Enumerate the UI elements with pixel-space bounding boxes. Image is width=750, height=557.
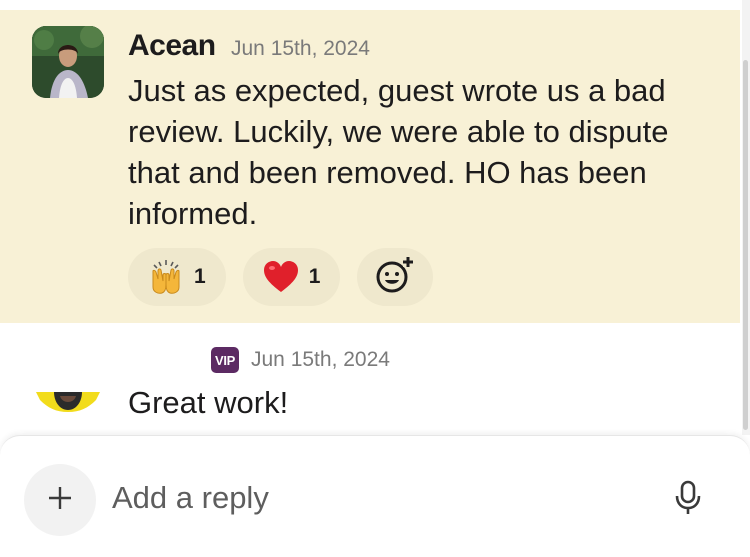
red-heart-emoji [261,257,301,297]
avatar-photo [36,392,100,412]
avatar-photo [32,26,104,98]
add-emoji-icon [375,255,415,300]
scrollbar[interactable] [742,0,750,435]
message-body: Just as expected, guest wrote us a bad r… [128,73,669,231]
vip-badge: VIP [211,347,239,373]
reaction-count: 1 [194,265,206,288]
thread-view: Acean Jun 15th, 2024 Just as expected, g… [0,0,750,557]
microphone-icon [674,480,702,521]
sender-name[interactable]: Acean [128,29,216,63]
reaction-raising-hands[interactable]: 1 [128,248,226,306]
scrollbar-thumb[interactable] [743,60,748,430]
message-timestamp: Jun 15th, 2024 [251,348,390,371]
reaction-count: 1 [308,265,321,288]
avatar[interactable] [32,26,104,98]
reaction-heart[interactable]: 1 [242,248,341,306]
reply-input[interactable] [112,476,632,520]
add-reaction-button[interactable] [357,248,434,306]
plus-icon [47,485,73,516]
message-timestamp: Jun 15th, 2024 [231,37,370,60]
raising-hands-emoji [146,257,186,297]
reaction-bar: 1 1 [128,248,434,306]
avatar[interactable] [36,392,100,412]
attach-button[interactable] [24,464,96,536]
message-body: Great work! [128,385,289,420]
reply-composer [0,435,750,557]
microphone-button[interactable] [668,480,708,520]
